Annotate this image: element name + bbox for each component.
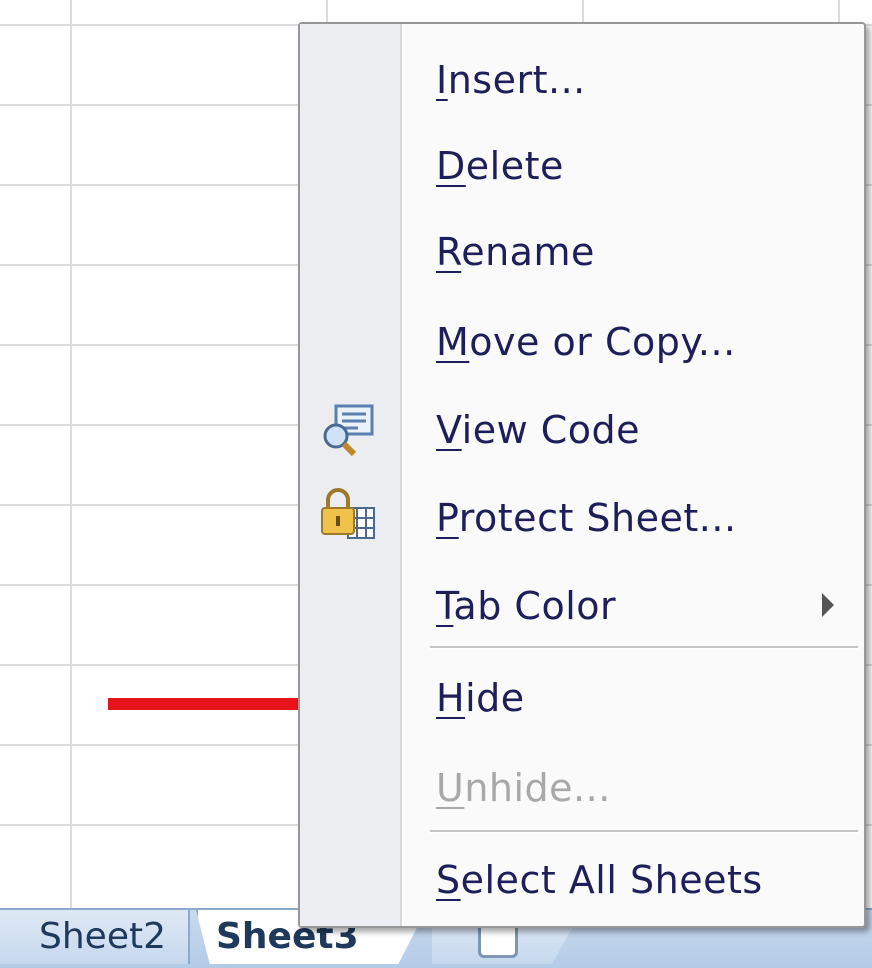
menu-item-label: ide [465,676,525,720]
menu-item-insert[interactable]: Insert... [300,36,864,124]
menu-item-protect-sheet[interactable]: Protect Sheet... [300,474,864,562]
menu-item-label: iew Code [461,408,641,452]
menu-item-label: ab Color [453,584,617,628]
menu-item-move-or-copy[interactable]: Move or Copy... [300,298,864,386]
menu-item-accelerator: T [436,584,454,628]
submenu-arrow-icon [822,593,834,617]
menu-item-unhide: Unhide... [300,744,864,832]
sheet-tab-sheet2[interactable]: Sheet2 [0,910,190,964]
menu-item-hide[interactable]: Hide [300,654,864,742]
menu-item-label: ename [461,230,595,274]
menu-item-select-all-sheets[interactable]: Select All Sheets [300,836,864,924]
sheet-tab-context-menu: Insert... Delete Rename Move or Copy... … [298,22,866,928]
menu-item-accelerator: S [436,858,461,902]
menu-item-tab-color[interactable]: Tab Color [300,562,864,650]
protect-sheet-lock-icon [321,488,375,539]
menu-item-accelerator: M [436,320,470,364]
menu-item-rename[interactable]: Rename [300,208,864,296]
menu-item-delete[interactable]: Delete [300,122,864,210]
menu-item-label: elect All Sheets [460,858,763,902]
column-gridline [70,0,72,910]
menu-separator [430,646,858,650]
menu-item-view-code[interactable]: View Code [300,386,864,474]
menu-item-accelerator: D [436,144,466,188]
menu-item-accelerator: H [436,676,466,720]
menu-item-label: nhide... [464,766,611,810]
sheet-tab-label: Sheet2 [39,916,166,957]
menu-item-accelerator: P [436,496,459,540]
view-code-icon [323,404,374,457]
menu-item-label: elete [465,144,564,188]
menu-item-label: rotect Sheet... [458,496,737,540]
menu-item-accelerator: U [436,766,465,810]
menu-separator [430,830,858,834]
menu-item-accelerator: I [436,58,448,102]
menu-item-label: ove or Copy... [469,320,736,364]
menu-item-accelerator: V [436,408,462,452]
menu-item-accelerator: R [436,230,462,274]
menu-item-label: nsert... [447,58,586,102]
